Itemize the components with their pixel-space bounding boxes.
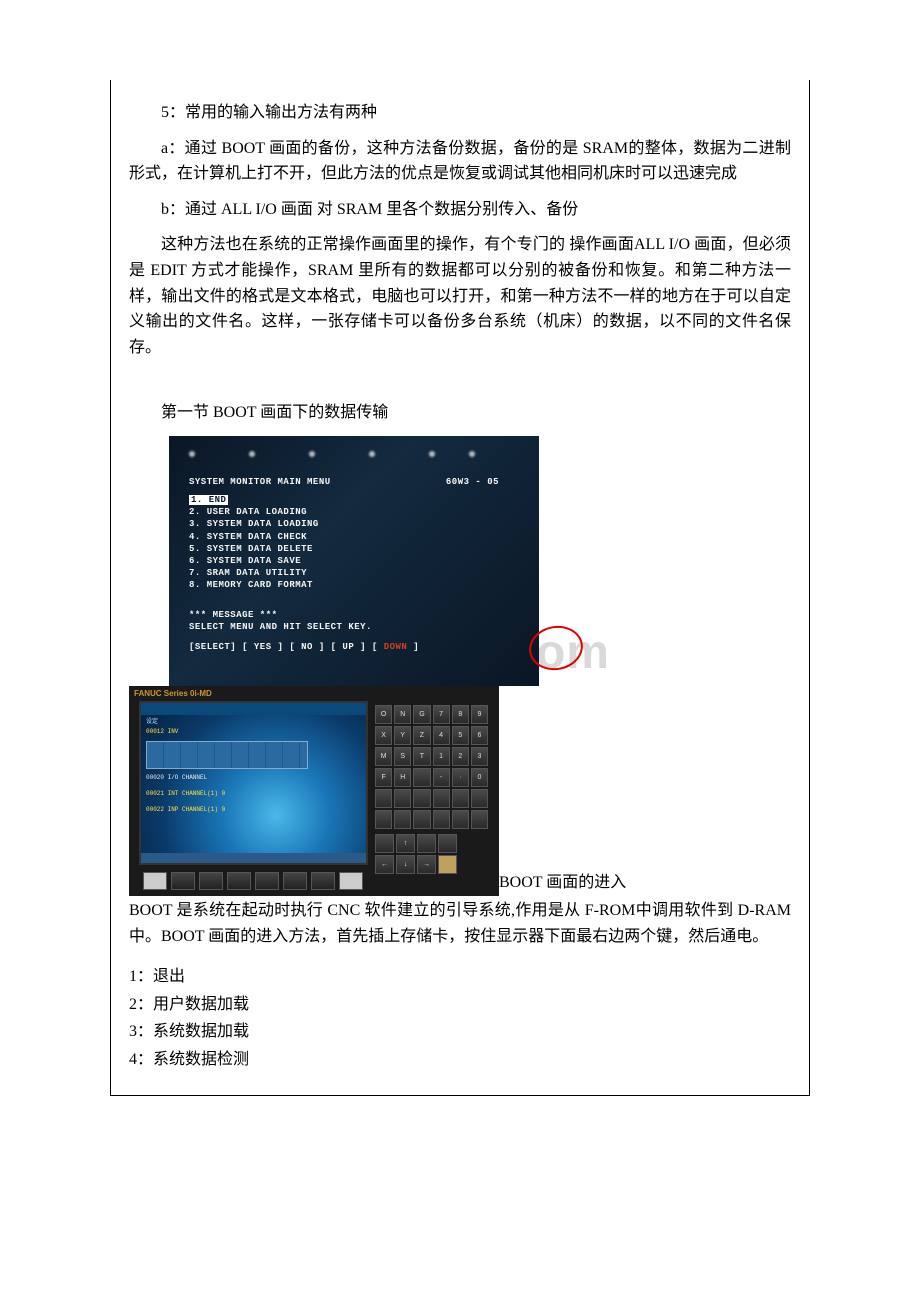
softkey-row (143, 872, 367, 890)
key: T (413, 747, 430, 766)
softkey (199, 872, 223, 890)
menu-item: 3. SYSTEM DATA LOADING (189, 518, 519, 530)
list-item: 2：用户数据加载 (129, 992, 791, 1018)
key (438, 834, 457, 853)
key: O (375, 705, 392, 724)
paragraph: b：通过 ALL I/O 画面 对 SRAM 里各个数据分别传入、备份 (129, 197, 791, 223)
keypad: O N G 7 8 9 X Y Z 4 5 (374, 704, 489, 875)
crt-softkey-row: [SELECT] [ YES ] [ NO ] [ UP ] [ DOWN ] (189, 641, 519, 653)
key (394, 810, 411, 829)
key (452, 789, 469, 808)
section-heading: 第一节 BOOT 画面下的数据传输 (129, 400, 791, 426)
key: 8 (452, 705, 469, 724)
softkey (171, 872, 195, 890)
figure-caption: BOOT 画面的进入 (499, 870, 626, 896)
crt-title: SYSTEM MONITOR MAIN MENU (189, 477, 331, 487)
key: 1 (433, 747, 450, 766)
softkey-left (143, 872, 167, 890)
key: - (433, 768, 450, 787)
key: 7 (433, 705, 450, 724)
key (375, 834, 394, 853)
paragraph: 5：常用的输入输出方法有两种 (129, 100, 791, 126)
crt-message-header: *** MESSAGE *** (189, 609, 519, 621)
paragraph: a：通过 BOOT 画面的备份，这种方法备份数据，备份的是 SRAM的整体，数据… (129, 136, 791, 187)
paragraph: BOOT 是系统在起动时执行 CNC 软件建立的引导系统,作用是从 F-ROM中… (129, 898, 791, 949)
key (413, 810, 430, 829)
screen-line: 00012 INV (146, 727, 178, 737)
screen-table (146, 741, 308, 769)
key: S (394, 747, 411, 766)
crt-message-text: SELECT MENU AND HIT SELECT KEY. (189, 621, 519, 633)
key: F (375, 768, 392, 787)
document-content: 5：常用的输入输出方法有两种 a：通过 BOOT 画面的备份，这种方法备份数据，… (110, 80, 810, 1096)
key (375, 810, 392, 829)
screen-line: 00020 I/O CHANNEL (146, 773, 207, 783)
key: X (375, 726, 392, 745)
menu-item: 5. SYSTEM DATA DELETE (189, 543, 519, 555)
key (433, 810, 450, 829)
crt-screenshot-boot: SYSTEM MONITOR MAIN MENU 60W3 - 05 1. EN… (169, 436, 539, 686)
key: G (413, 705, 430, 724)
key: · (452, 768, 469, 787)
list-item: 3：系统数据加载 (129, 1019, 791, 1045)
key (471, 810, 488, 829)
paragraph: 这种方法也在系统的正常操作画面里的操作，有个专门的 操作画面ALL I/O 画面… (129, 232, 791, 360)
screen-line: 设定 (146, 717, 158, 727)
key: 9 (471, 705, 488, 724)
key: ← (375, 855, 394, 874)
key: 6 (471, 726, 488, 745)
key: H (394, 768, 411, 787)
menu-item: 6. SYSTEM DATA SAVE (189, 555, 519, 567)
key (471, 789, 488, 808)
crt-version: 60W3 - 05 (446, 476, 499, 488)
figure: SYSTEM MONITOR MAIN MENU 60W3 - 05 1. EN… (129, 436, 791, 896)
menu-item: 4. SYSTEM DATA CHECK (189, 531, 519, 543)
panel-brand-label: FANUC Series 0i-MD (134, 688, 212, 701)
key: Z (413, 726, 430, 745)
softkey-right (339, 872, 363, 890)
softkey (255, 872, 279, 890)
softkey (311, 872, 335, 890)
menu-item: 8. MEMORY CARD FORMAT (189, 579, 519, 591)
key (394, 789, 411, 808)
key: Y (394, 726, 411, 745)
key (438, 855, 457, 874)
key (413, 768, 430, 787)
screen-line: 00022 INP CHANNEL(1) 0 (146, 805, 225, 815)
key: ↓ (396, 855, 415, 874)
key: 4 (433, 726, 450, 745)
menu-item: 2. USER DATA LOADING (189, 506, 519, 518)
panel-display: 设定 00012 INV 00020 I/O CHANNEL 00021 INT… (139, 701, 368, 865)
key: 0 (471, 768, 488, 787)
key: 3 (471, 747, 488, 766)
key (375, 789, 392, 808)
key (452, 810, 469, 829)
key: 5 (452, 726, 469, 745)
key: M (375, 747, 392, 766)
numbered-list: 1：退出 2：用户数据加载 3：系统数据加载 4：系统数据检测 (129, 964, 791, 1072)
menu-item-end: 1. END (189, 495, 228, 505)
cnc-panel-screenshot: FANUC Series 0i-MD 设定 00012 INV 00020 I/… (129, 686, 499, 896)
key (413, 789, 430, 808)
softkey (227, 872, 251, 890)
menu-item: 7. SRAM DATA UTILITY (189, 567, 519, 579)
list-item: 4：系统数据检测 (129, 1047, 791, 1073)
key: → (417, 855, 436, 874)
list-item: 1：退出 (129, 964, 791, 990)
key (417, 834, 436, 853)
key: N (394, 705, 411, 724)
key (433, 789, 450, 808)
key: ↑ (396, 834, 415, 853)
softkey (283, 872, 307, 890)
screen-line: 00021 INT CHANNEL(1) 0 (146, 789, 225, 799)
key: 2 (452, 747, 469, 766)
